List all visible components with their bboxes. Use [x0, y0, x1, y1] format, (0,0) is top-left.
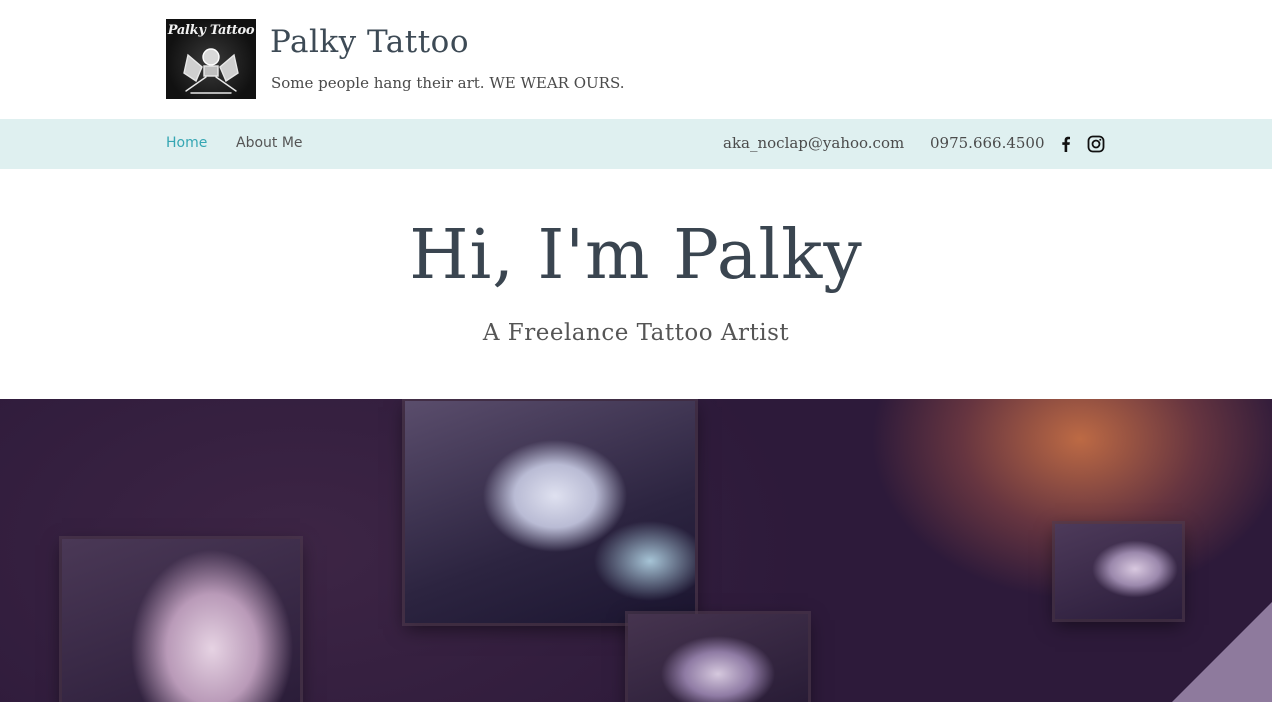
intro-subheading: A Freelance Tattoo Artist	[482, 320, 790, 346]
site-header: Palky Tattoo Palky Tattoo Some people ha…	[0, 0, 1272, 119]
page: Palky Tattoo Palky Tattoo Some people ha…	[0, 0, 1272, 702]
hero-image	[0, 399, 1272, 702]
contact-phone[interactable]: 0975.666.4500	[930, 134, 1045, 152]
instagram-icon[interactable]	[1087, 135, 1105, 153]
nav-item-home[interactable]: Home	[166, 135, 207, 151]
facebook-icon[interactable]	[1057, 135, 1075, 153]
contact-email[interactable]: aka_noclap@yahoo.com	[723, 134, 904, 152]
hero-photo-frame	[62, 539, 300, 702]
hero-photo-frame	[1055, 524, 1182, 619]
hero-photo-frame	[628, 614, 808, 702]
navigation-bar: Home About Me aka_noclap@yahoo.com 0975.…	[0, 119, 1272, 169]
site-title[interactable]: Palky Tattoo	[270, 24, 469, 60]
intro-heading: Hi, I'm Palky	[409, 216, 863, 295]
site-tagline: Some people hang their art. WE WEAR OURS…	[271, 74, 625, 92]
hero-photo-frame	[405, 401, 695, 623]
decorative-corner	[1172, 602, 1272, 702]
nav-item-about-me[interactable]: About Me	[236, 135, 303, 151]
site-logo[interactable]: Palky Tattoo	[166, 19, 256, 99]
logo-text: Palky Tattoo	[167, 23, 255, 38]
